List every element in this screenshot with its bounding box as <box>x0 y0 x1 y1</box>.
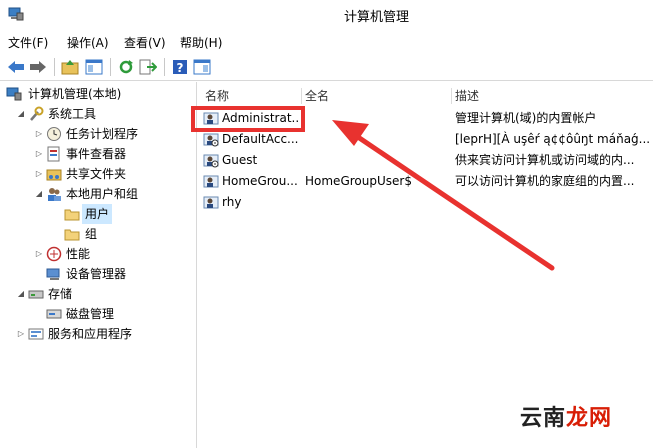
toolbar-separator <box>164 58 165 76</box>
menu-view[interactable]: 查看(V) <box>124 34 166 51</box>
help-icon: ? <box>173 60 187 75</box>
user-icon <box>203 196 219 209</box>
user-icon <box>203 175 219 188</box>
toolbar-separator <box>110 58 111 76</box>
expand-arrow-icon[interactable]: ▷ <box>34 164 44 184</box>
collapse-arrow-icon[interactable]: ◢ <box>16 284 26 304</box>
watermark-text-1: 云南 <box>520 406 567 431</box>
column-divider[interactable] <box>301 88 302 104</box>
user-name: Guest <box>222 153 258 167</box>
tree-item-label: 存储 <box>48 287 73 301</box>
tree-item-label: 设备管理器 <box>66 267 127 281</box>
watermark: 云南龙网 <box>520 400 612 432</box>
services-icon <box>28 328 44 340</box>
menu-action[interactable]: 操作(A) <box>67 34 109 51</box>
console-tree: 计算机管理(本地) ◢ 系统工具 ▷ 任务计划程序 ▷ 事件查看器 ▷ 共享文件… <box>0 82 197 448</box>
forward-arrow-icon <box>30 61 46 73</box>
expand-arrow-icon[interactable]: ▷ <box>34 124 44 144</box>
expand-arrow-icon[interactable]: ▷ <box>16 324 26 344</box>
device-manager-icon <box>46 268 60 280</box>
users-list: 名称 全名 描述 Administrat... 管理计算机(域)的内置帐户 De… <box>197 82 653 448</box>
user-description: 管理计算机(域)的内置帐户 <box>455 111 597 125</box>
storage-icon <box>28 290 44 299</box>
tree-item-label: 用户 <box>82 204 113 224</box>
column-header-description[interactable]: 描述 <box>455 86 479 106</box>
menu-file[interactable]: 文件(F) <box>8 34 48 51</box>
show-hide-tree-button[interactable] <box>84 57 104 77</box>
watermark-text-2: 龙网 <box>566 406 613 431</box>
column-header-name[interactable]: 名称 <box>205 86 229 106</box>
collapse-arrow-icon[interactable]: ◢ <box>16 104 26 124</box>
tree-item-label: 事件查看器 <box>66 147 127 161</box>
user-fullname: HomeGroupUser$ <box>305 174 412 188</box>
collapse-arrow-icon[interactable]: ◢ <box>34 184 44 204</box>
refresh-button[interactable] <box>116 57 136 77</box>
computer-management-icon <box>6 87 22 101</box>
export-list-button[interactable] <box>138 57 158 77</box>
column-header-fullname[interactable]: 全名 <box>305 86 329 106</box>
shared-folder-icon <box>46 169 62 181</box>
toolbar-separator <box>54 58 55 76</box>
tools-icon <box>30 106 44 121</box>
menu-bar: 文件(F) 操作(A) 查看(V) 帮助(H) <box>0 32 653 52</box>
tree-item-label: 服务和应用程序 <box>48 327 133 341</box>
table-row[interactable]: DefaultAcc... [leprH][À uşêŕ ą¢¢ôûŋt máň… <box>197 129 653 149</box>
table-row[interactable]: Guest 供来宾访问计算机或访问域的内... <box>197 150 653 170</box>
user-disabled-icon <box>203 154 219 168</box>
tree-item-label: 系统工具 <box>48 107 97 121</box>
action-pane-icon <box>193 59 211 75</box>
table-row[interactable]: rhy <box>197 192 653 212</box>
back-arrow-icon <box>8 61 24 73</box>
disk-icon <box>46 309 62 319</box>
annotation-highlight-box <box>191 106 305 132</box>
svg-text:?: ? <box>177 61 184 75</box>
expand-arrow-icon[interactable]: ▷ <box>34 244 44 264</box>
tree-item-label: 共享文件夹 <box>66 167 127 181</box>
expand-arrow-icon[interactable]: ▷ <box>34 144 44 164</box>
console-tree-icon <box>85 59 103 75</box>
list-header: 名称 全名 描述 <box>197 86 653 106</box>
tree-item-label: 本地用户和组 <box>66 187 139 201</box>
tree-item-label: 计算机管理(本地) <box>28 87 122 101</box>
up-level-button[interactable] <box>60 57 80 77</box>
user-description: 供来宾访问计算机或访问域的内... <box>455 153 635 167</box>
help-button[interactable]: ? <box>170 57 190 77</box>
users-icon <box>48 188 61 201</box>
menu-help[interactable]: 帮助(H) <box>180 34 222 51</box>
user-description: 可以访问计算机的家庭组的内置... <box>455 174 635 188</box>
back-button[interactable] <box>6 57 26 77</box>
user-name: DefaultAcc... <box>222 132 299 146</box>
tree-item-label: 磁盘管理 <box>66 307 115 321</box>
folder-icon <box>64 209 80 221</box>
show-action-pane-button[interactable] <box>192 57 212 77</box>
tree-item-label: 性能 <box>66 247 91 261</box>
performance-icon <box>46 246 62 262</box>
forward-button[interactable] <box>28 57 48 77</box>
title-bar: 计算机管理 <box>0 0 653 30</box>
user-name: HomeGrou... <box>222 174 298 188</box>
clock-icon <box>47 127 61 141</box>
user-disabled-icon <box>203 133 219 147</box>
event-log-icon <box>47 146 60 162</box>
toolbar: ? <box>0 54 653 81</box>
user-name: rhy <box>222 195 242 209</box>
tree-item-label: 组 <box>85 227 98 241</box>
column-divider[interactable] <box>451 88 452 104</box>
window-title: 计算机管理 <box>343 10 409 25</box>
user-description: [leprH][À uşêŕ ą¢¢ôûŋt máňaǵ... <box>455 132 651 146</box>
tree-item-label: 任务计划程序 <box>66 127 139 141</box>
folder-icon <box>64 229 80 241</box>
table-row[interactable]: HomeGrou... HomeGroupUser$ 可以访问计算机的家庭组的内… <box>197 171 653 191</box>
refresh-icon <box>119 60 133 74</box>
export-icon <box>139 59 157 75</box>
folder-up-icon <box>61 60 79 75</box>
